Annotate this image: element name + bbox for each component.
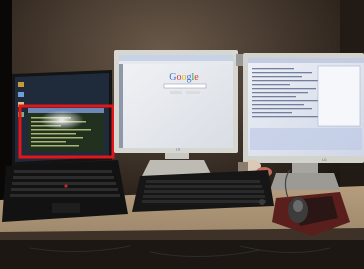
monitor-logo-right: LG <box>322 158 327 162</box>
webcam <box>236 54 243 66</box>
floor-dark <box>0 240 364 269</box>
search-box <box>163 83 207 89</box>
google-logo: Google <box>169 72 199 83</box>
center-screen <box>119 55 233 148</box>
desk-photo: Google LG LG <box>0 0 364 269</box>
monitor-logo-center: LG <box>176 148 181 152</box>
photo-canvas: Google LG LG <box>0 0 364 269</box>
keyboard <box>132 170 274 212</box>
